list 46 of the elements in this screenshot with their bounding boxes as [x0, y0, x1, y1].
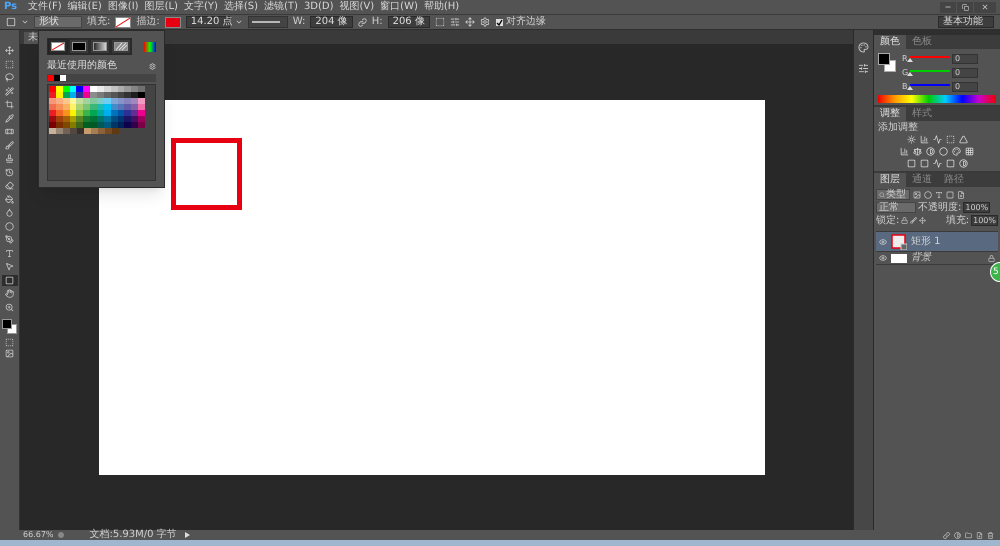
menu-item[interactable]: 滤镜(T)	[261, 2, 301, 12]
menu-item[interactable]: 文字(Y)	[180, 2, 221, 12]
stroke-label: 描边:	[136, 17, 160, 27]
channel-value-field[interactable]: 0	[952, 82, 978, 92]
channel-label: R	[902, 53, 908, 65]
channel-value-field[interactable]: 0	[952, 68, 978, 78]
layer-filter-dropdown[interactable]: 类型	[876, 189, 910, 200]
document-info: 文档:5.93M/0 字节	[90, 530, 177, 540]
fill-field[interactable]: 100%	[971, 215, 998, 226]
channel-value-field[interactable]: 0	[952, 54, 978, 64]
menu-item[interactable]: 窗口(W)	[377, 2, 421, 12]
zoom-level: 66.67%	[23, 531, 54, 539]
layer-name: 矩形 1	[911, 236, 941, 246]
channel-label: B	[902, 81, 908, 93]
mode-dropdown[interactable]: 形状	[34, 16, 82, 28]
adjustments-title: 添加调整	[878, 122, 919, 133]
fill-label: 填充:	[946, 216, 970, 226]
menu-item[interactable]: 视图(V)	[336, 2, 378, 12]
workspace-dropdown[interactable]: 基本功能	[938, 16, 994, 28]
menu-item[interactable]: 图像(I)	[104, 2, 142, 12]
blend-mode-dropdown[interactable]: 正常	[876, 202, 916, 213]
panel-tab[interactable]: 调整	[874, 107, 906, 121]
panel-tab[interactable]: 颜色	[874, 35, 906, 49]
recent-colors-label: 最近使用的颜色	[47, 61, 117, 71]
panel-tab[interactable]: 图层	[874, 173, 906, 187]
layer-row[interactable]: 矩形 1	[876, 232, 998, 252]
width-label: W:	[292, 17, 306, 27]
height-field[interactable]: 206 像	[388, 16, 430, 28]
opacity-field[interactable]: 100%	[963, 202, 990, 213]
menu-item[interactable]: 图层(L)	[142, 2, 181, 12]
height-label: H:	[372, 17, 383, 27]
menu-item[interactable]: 帮助(H)	[420, 2, 462, 12]
opacity-label: 不透明度:	[918, 202, 962, 212]
menu-item[interactable]: 文件(F)	[25, 2, 65, 12]
menu-item[interactable]: 选择(S)	[220, 2, 262, 12]
app-logo: Ps	[4, 2, 18, 12]
menu-item[interactable]: 3D(D)	[300, 2, 337, 12]
lock-label: 锁定:	[876, 216, 900, 226]
stroke-width-field[interactable]: 14.20 点	[186, 16, 230, 28]
layer-name: 背景	[911, 253, 931, 263]
width-field[interactable]: 204 像	[310, 16, 353, 28]
menu-item[interactable]: 编辑(E)	[64, 2, 105, 12]
layer-row[interactable]: 背景	[876, 252, 998, 265]
channel-label: G	[902, 67, 908, 79]
fill-label: 填充:	[87, 17, 110, 27]
align-edges-label: 对齐边缘	[506, 17, 546, 27]
